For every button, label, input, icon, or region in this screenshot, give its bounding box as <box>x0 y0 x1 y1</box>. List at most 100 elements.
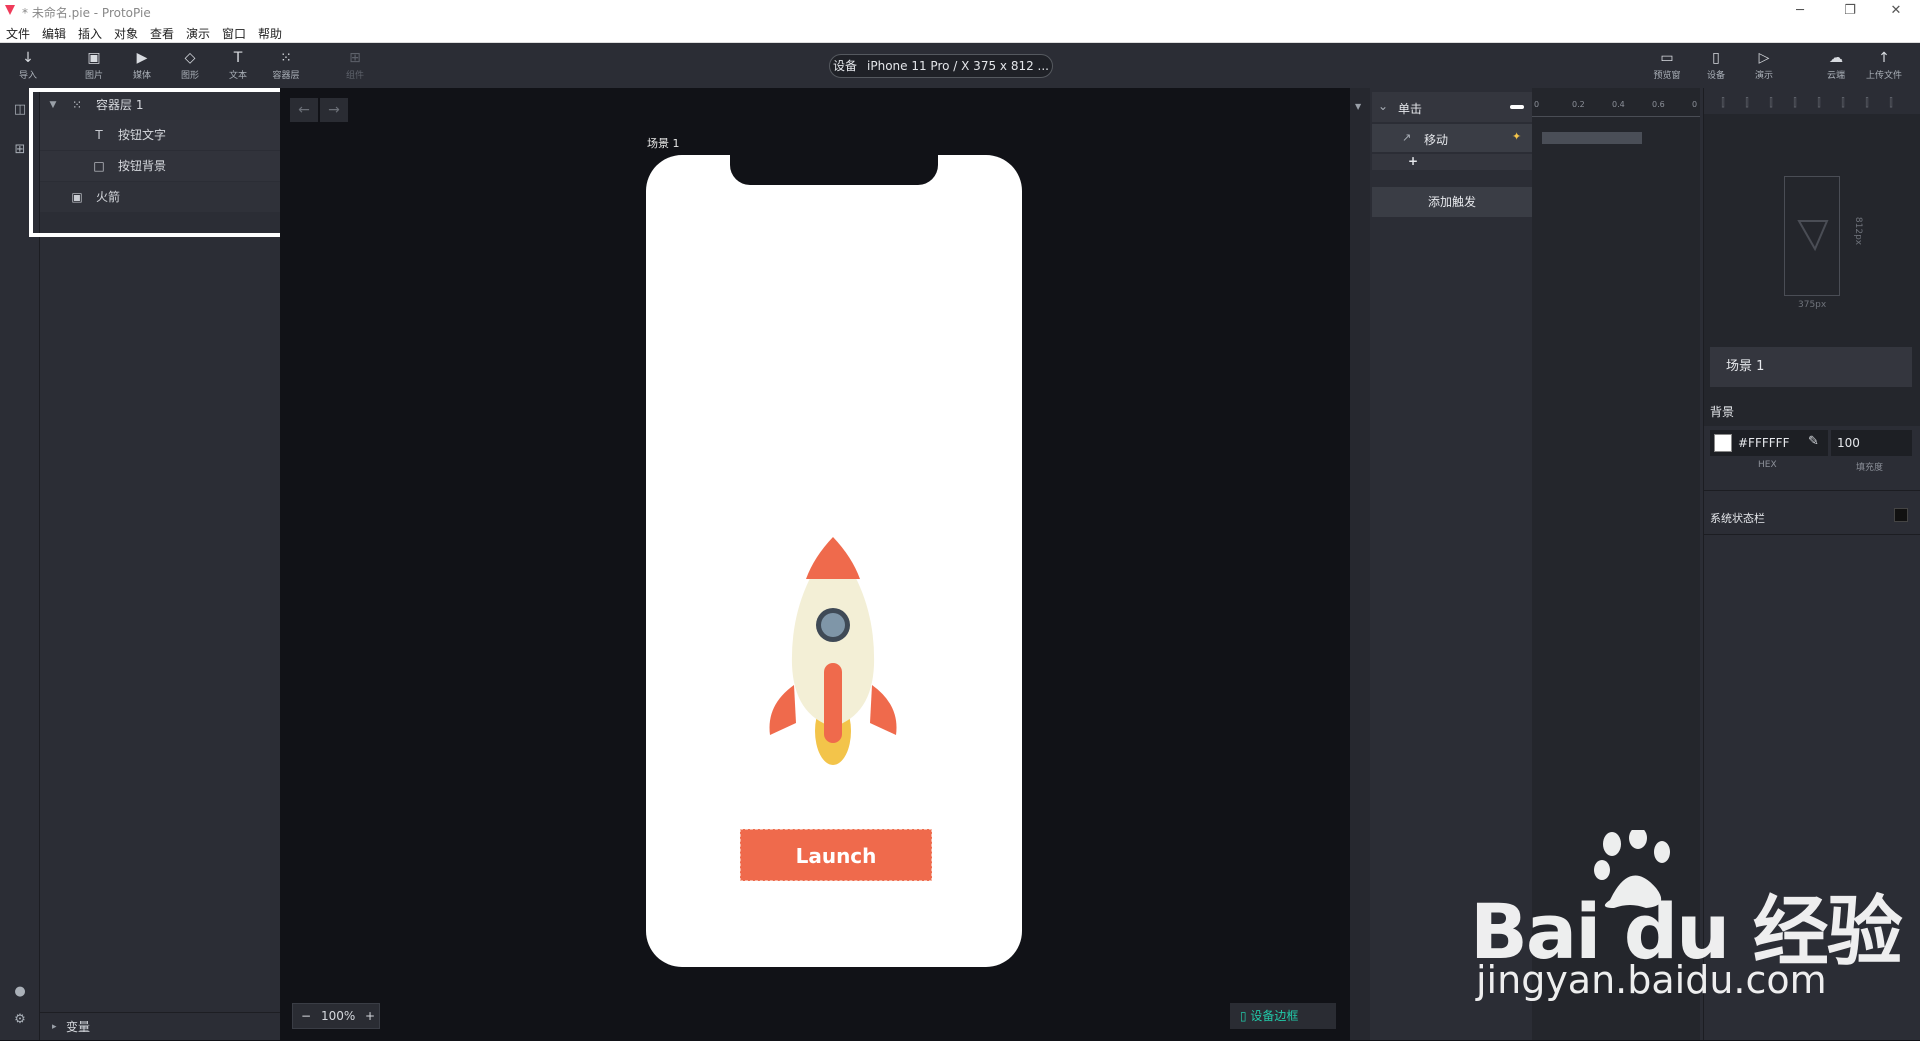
media-label: 媒体 <box>132 71 151 81</box>
expand-caret-icon: ▸ <box>52 1022 57 1032</box>
align-middle-icon[interactable]: ⫿ <box>1812 96 1826 110</box>
align-left-icon[interactable]: ⫿ <box>1716 96 1730 110</box>
container-button[interactable]: ⁙ 容器层 <box>266 49 306 85</box>
add-scene-icon[interactable]: ⊞ <box>12 142 28 158</box>
system-status-bar-label: 系统状态栏 <box>1710 512 1765 525</box>
ruler-tick: 0 <box>1692 100 1698 109</box>
preview-window-label: 预览窗 <box>1653 71 1681 81</box>
hex-caption: HEX <box>1758 460 1777 470</box>
distribute-v-icon[interactable]: ⫿ <box>1884 96 1898 110</box>
remove-trigger-icon[interactable] <box>1510 105 1524 109</box>
timeline-bar[interactable] <box>1542 132 1642 144</box>
settings-gear-icon[interactable]: ⚙ <box>12 1012 28 1028</box>
zoom-level[interactable]: 100% <box>321 1004 355 1028</box>
add-trigger-button[interactable]: 添加触发 <box>1372 187 1532 217</box>
variables-section[interactable]: ▸ 变量 <box>40 1012 280 1040</box>
zoom-out-button[interactable]: − <box>301 1004 311 1028</box>
protopie-logo-icon <box>5 5 15 15</box>
present-label: 演示 <box>1754 71 1773 81</box>
align-right-icon[interactable]: ⫿ <box>1764 96 1778 110</box>
image-button[interactable]: ▣ 图片 <box>74 49 114 85</box>
import-label: 导入 <box>18 71 37 81</box>
cloud-icon: ☁ <box>1829 50 1843 66</box>
device-button[interactable]: ▯ 设备 <box>1696 49 1736 85</box>
menu-present[interactable]: 演示 <box>186 25 210 42</box>
collapse-caret-icon[interactable]: ▼ <box>1355 102 1361 111</box>
rocket-image[interactable] <box>766 535 900 771</box>
menu-window[interactable]: 窗口 <box>222 25 246 42</box>
align-center-icon[interactable]: ⫿ <box>1740 96 1754 110</box>
text-button[interactable]: T 文本 <box>218 49 258 85</box>
trigger-tap[interactable]: ⌄ 单击 <box>1372 92 1532 122</box>
tap-icon: ⌄ <box>1378 99 1389 113</box>
user-icon[interactable]: ● <box>12 984 28 1000</box>
ruler-tick: 0.2 <box>1572 100 1585 109</box>
device-selector-value: iPhone 11 Pro / X 375 x 812 ... <box>867 59 1049 73</box>
response-label: 移动 <box>1424 133 1449 147</box>
ruler-tick: 0.6 <box>1652 100 1665 109</box>
shape-button[interactable]: ◇ 图形 <box>170 49 210 85</box>
panel-toggle-icon[interactable]: ◫ <box>12 102 28 118</box>
component-icon: ⊞ <box>349 50 361 66</box>
import-button[interactable]: ↓ 导入 <box>8 49 48 85</box>
menu-object[interactable]: 对象 <box>114 25 138 42</box>
move-icon: ↗ <box>1402 131 1412 144</box>
hex-value[interactable]: #FFFFFF <box>1738 436 1789 450</box>
cloud-button[interactable]: ☁ 云端 <box>1816 49 1856 85</box>
align-bottom-icon[interactable]: ⫿ <box>1836 96 1850 110</box>
menu-insert[interactable]: 插入 <box>78 25 102 42</box>
add-response-row[interactable]: + <box>1372 154 1532 170</box>
annotation-highlight-box <box>29 88 297 237</box>
component-button[interactable]: ⊞ 组件 <box>335 49 375 85</box>
upload-label: 上传文件 <box>1865 71 1902 81</box>
zoom-control: − 100% + <box>292 1003 380 1029</box>
eyedropper-icon[interactable]: ✎ <box>1808 434 1819 449</box>
minimize-button[interactable]: ─ <box>1780 2 1820 20</box>
menu-help[interactable]: 帮助 <box>258 25 282 42</box>
cloud-label: 云端 <box>1826 71 1845 81</box>
text-label: 文本 <box>228 71 247 81</box>
device-frame-label: 设备边框 <box>1250 1009 1299 1023</box>
menu-bar: 文件 编辑 插入 对象 查看 演示 窗口 帮助 <box>0 22 1920 43</box>
upload-button[interactable]: ↑ 上传文件 <box>1864 49 1904 85</box>
container-label: 容器层 <box>272 71 300 81</box>
present-button[interactable]: ▷ 演示 <box>1744 49 1784 85</box>
forward-arrow-icon[interactable]: → <box>320 98 348 122</box>
media-button[interactable]: ▶ 媒体 <box>122 49 162 85</box>
height-dimension: 812px <box>1853 216 1864 246</box>
device-frame-toggle[interactable]: ▯ 设备边框 <box>1230 1003 1336 1029</box>
media-icon: ▶ <box>136 50 148 66</box>
menu-edit[interactable]: 编辑 <box>42 25 66 42</box>
device-selector[interactable]: 设备 iPhone 11 Pro / X 375 x 812 ... <box>829 54 1053 78</box>
interactions-collapse-bar[interactable]: ▼ <box>1350 88 1370 1040</box>
close-button[interactable]: ✕ <box>1876 2 1916 20</box>
launch-button[interactable]: Launch <box>740 829 932 881</box>
maximize-button[interactable]: ❐ <box>1830 2 1870 20</box>
add-response-icon[interactable]: + <box>1408 154 1418 168</box>
response-move[interactable]: ↗ 移动 ✦ <box>1372 124 1532 152</box>
scene-name-field[interactable]: 场景 1 <box>1710 347 1912 387</box>
preview-window-button[interactable]: ▭ 预览窗 <box>1647 49 1687 85</box>
upload-icon: ↑ <box>1878 50 1890 66</box>
ruler-line <box>1532 116 1700 117</box>
divider <box>1703 534 1920 535</box>
image-icon: ▣ <box>87 50 101 66</box>
scene-thumbnail <box>1784 176 1840 296</box>
phone-artboard[interactable]: Launch <box>646 155 1022 967</box>
color-swatch[interactable] <box>1714 434 1732 452</box>
container-icon: ⁙ <box>280 50 292 66</box>
width-dimension: 375px <box>1798 300 1827 310</box>
zoom-in-button[interactable]: + <box>365 1004 375 1028</box>
device-icon: ▯ <box>1712 50 1720 66</box>
opacity-input[interactable]: 100 <box>1831 430 1912 456</box>
divider <box>1703 490 1920 491</box>
system-status-bar-checkbox[interactable] <box>1894 508 1908 522</box>
shape-label: 图形 <box>180 71 199 81</box>
back-arrow-icon[interactable]: ← <box>290 98 318 122</box>
menu-view[interactable]: 查看 <box>150 25 174 42</box>
align-top-icon[interactable]: ⫿ <box>1788 96 1802 110</box>
variables-label: 变量 <box>66 1020 91 1034</box>
distribute-h-icon[interactable]: ⫿ <box>1860 96 1874 110</box>
menu-file[interactable]: 文件 <box>6 25 30 42</box>
title-bar: * 未命名.pie - ProtoPie ─ ❐ ✕ <box>0 0 1920 22</box>
